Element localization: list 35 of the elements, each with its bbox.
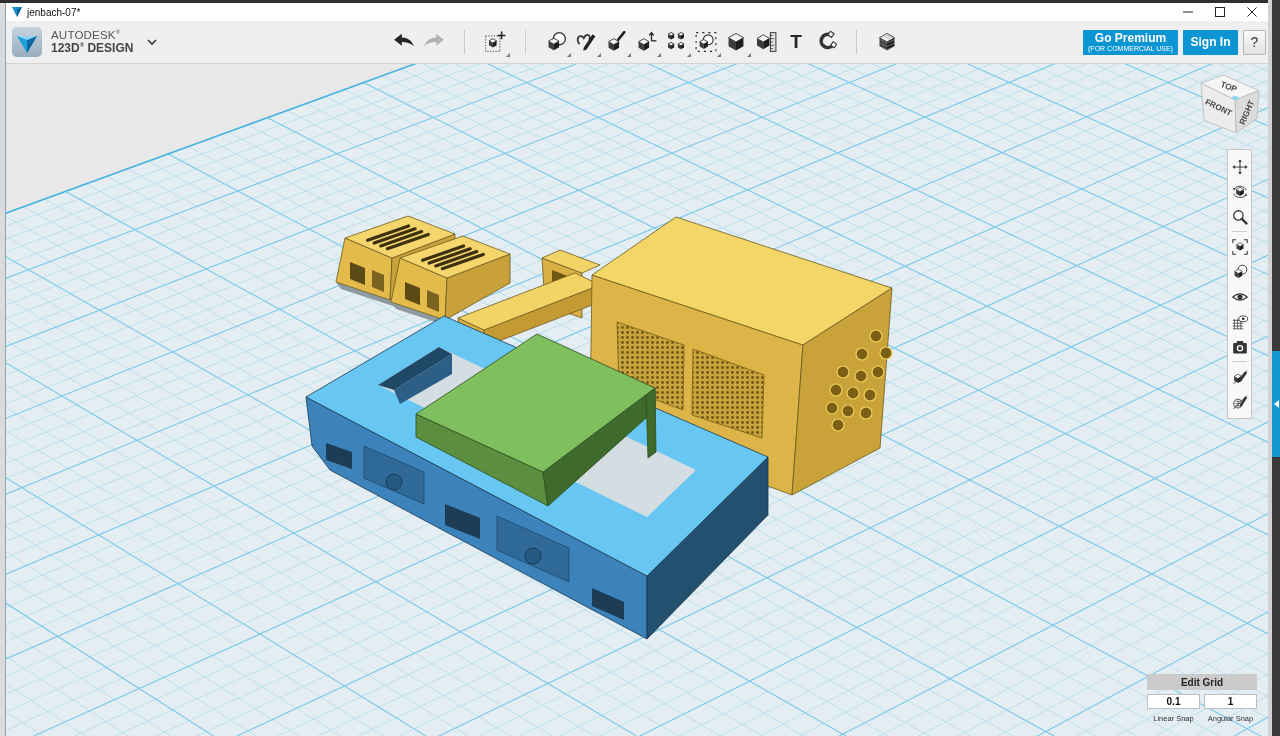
cube-brush-icon[interactable] [605,31,627,53]
logo-icon [12,27,42,57]
cube-ruler-icon[interactable] [755,31,777,53]
text-tool[interactable]: T [790,32,802,52]
brand-name: AUTODESK$^{®}$ [51,29,122,42]
cube-icon[interactable] [725,31,747,53]
cube-arrows-icon[interactable] [635,31,657,53]
striped-cube-icon[interactable] [876,31,898,53]
logo-icon [12,7,22,17]
camera-icon[interactable] [1231,338,1248,355]
zoom-icon[interactable] [1231,208,1248,225]
cube-brackets-icon[interactable] [1231,238,1248,255]
window-title: jenbach-07* [27,6,81,18]
help-button[interactable]: ? [1243,29,1266,55]
top-face-label[interactable]: TOP [1219,79,1239,95]
maximize-icon[interactable] [1215,7,1225,17]
cube-circle-icon[interactable] [1231,263,1248,280]
chevron-down-icon[interactable] [147,39,157,45]
snap-field[interactable]: 1 [1204,694,1257,709]
pencil-curve-icon[interactable] [575,31,597,53]
mesh-pencil-slash-icon[interactable] [1231,393,1248,410]
edit-grid-button[interactable]: Edit Grid [1147,674,1257,690]
arrow-left-icon [1273,400,1279,408]
cube-plus-icon[interactable] [484,31,506,53]
cube-circle-icon[interactable] [545,31,567,53]
snap-field[interactable]: 0.1 [1147,694,1200,709]
orbit-icon[interactable] [1231,183,1248,200]
cube-pencil-slash-icon[interactable] [1231,368,1248,385]
side-panel-tab[interactable] [1272,351,1280,457]
dashed-frame-cube-icon[interactable] [695,31,717,53]
product-name: 123D$^{®}$ DESIGN [51,41,135,55]
grid-eye-icon[interactable] [1231,313,1248,330]
corner-marker-icon[interactable] [1231,95,1240,101]
close-icon[interactable] [1247,7,1257,17]
move-arrows-icon[interactable] [1231,158,1248,175]
